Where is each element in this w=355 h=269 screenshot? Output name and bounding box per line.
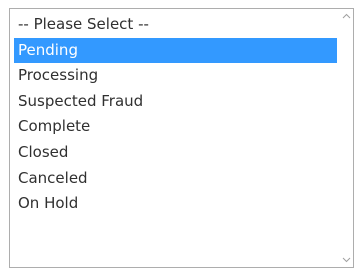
status-option-closed[interactable]: Closed: [14, 140, 337, 166]
status-option-processing[interactable]: Processing: [14, 63, 337, 89]
status-option-canceled[interactable]: Canceled: [14, 166, 337, 192]
status-option-suspected-fraud[interactable]: Suspected Fraud: [14, 89, 337, 115]
chevron-up-icon: [342, 13, 350, 19]
scroll-down-button[interactable]: [339, 253, 353, 267]
scroll-up-button[interactable]: [339, 9, 353, 23]
status-options-list: -- Please Select -- Pending Processing S…: [14, 12, 337, 217]
status-listbox[interactable]: -- Please Select -- Pending Processing S…: [9, 8, 354, 268]
status-option-complete[interactable]: Complete: [14, 114, 337, 140]
chevron-down-icon: [342, 257, 350, 263]
status-option-on-hold[interactable]: On Hold: [14, 191, 337, 217]
status-option-pending[interactable]: Pending: [14, 37, 337, 64]
vertical-scrollbar[interactable]: [339, 9, 353, 267]
status-option-please-select[interactable]: -- Please Select --: [14, 12, 337, 38]
